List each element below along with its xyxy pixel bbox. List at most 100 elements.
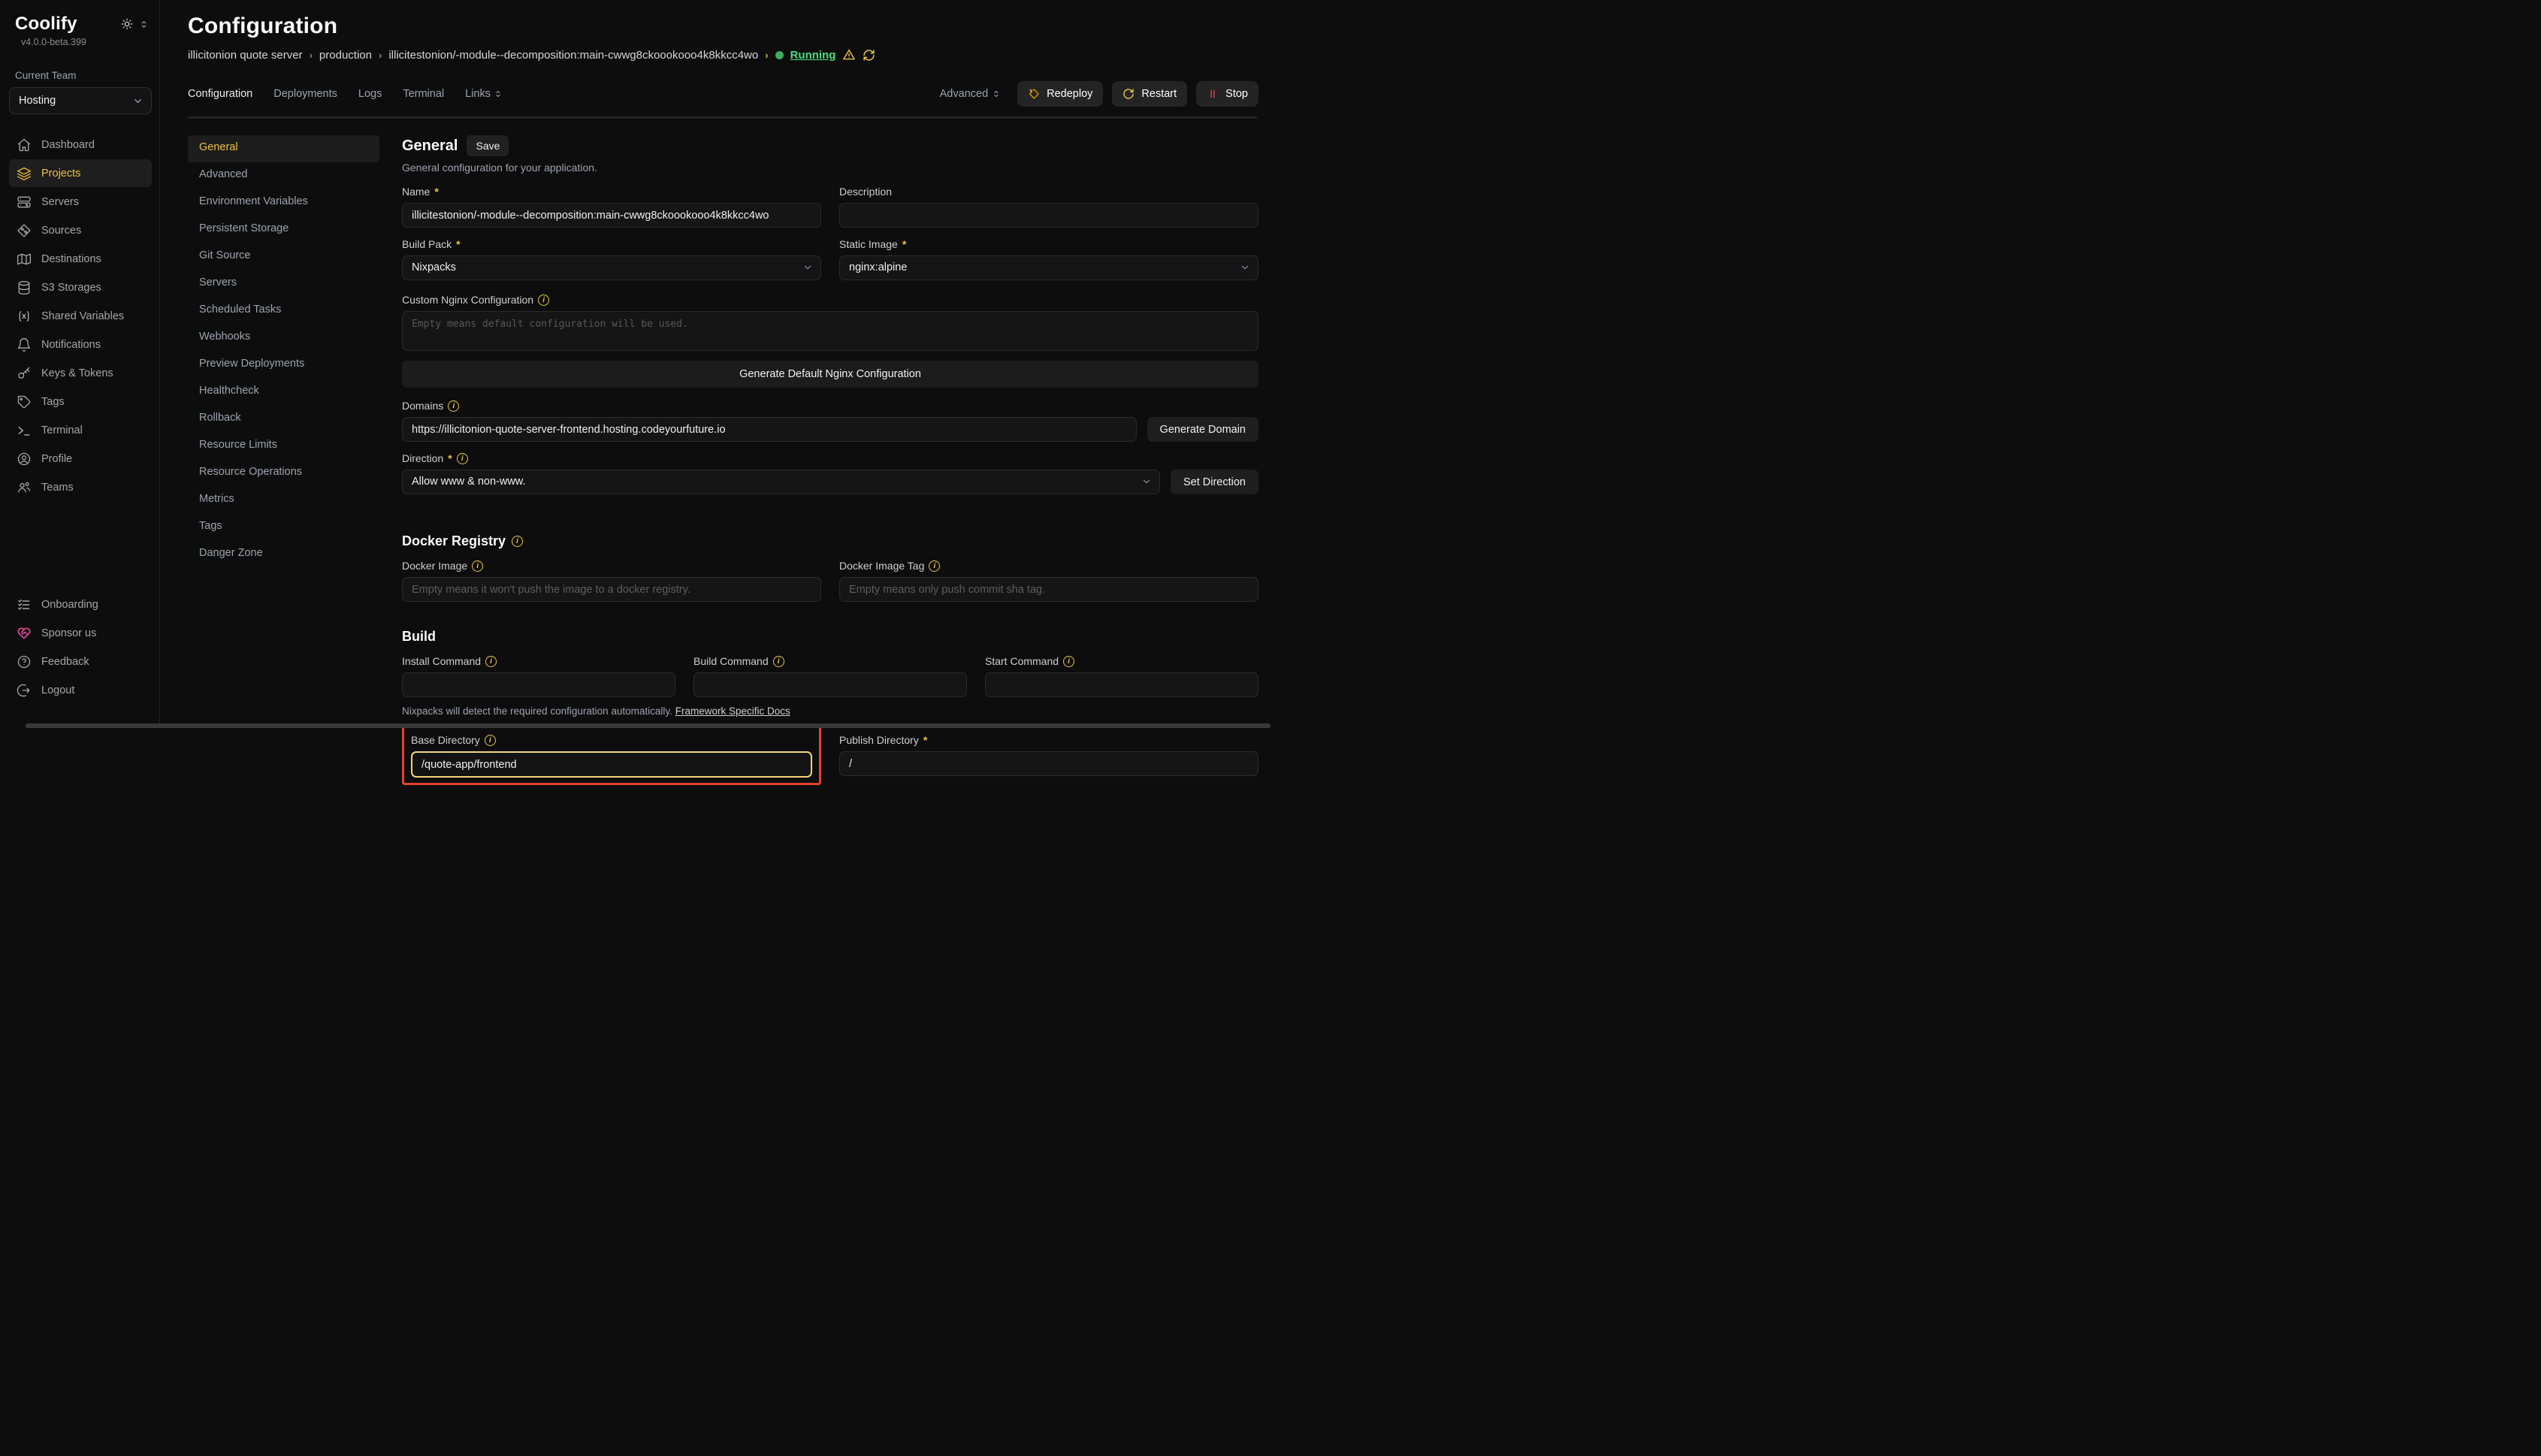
sidebar-item-profile[interactable]: Profile xyxy=(9,445,152,473)
sidebar-item-label: Feedback xyxy=(41,656,89,668)
nginx-config-textarea[interactable] xyxy=(402,311,1258,351)
name-input[interactable] xyxy=(402,203,821,228)
sidebar-item-label: Onboarding xyxy=(41,599,98,611)
config-menu-tags[interactable]: Tags xyxy=(188,514,379,541)
domains-input[interactable] xyxy=(402,417,1137,442)
sidebar-item-servers[interactable]: Servers xyxy=(9,188,152,216)
config-menu-servers[interactable]: Servers xyxy=(188,270,379,298)
config-menu-persistent-storage[interactable]: Persistent Storage xyxy=(188,216,379,243)
info-icon[interactable] xyxy=(485,735,496,746)
build-pack-label: Build Pack xyxy=(402,238,452,250)
generate-domain-button[interactable]: Generate Domain xyxy=(1147,417,1258,442)
info-icon[interactable] xyxy=(472,560,483,572)
save-button[interactable]: Save xyxy=(467,135,509,156)
refresh-icon[interactable] xyxy=(863,49,875,62)
sidebar-item-teams[interactable]: Teams xyxy=(9,473,152,501)
config-menu-metrics[interactable]: Metrics xyxy=(188,487,379,514)
chevrons-up-down-icon xyxy=(494,89,503,98)
install-command-input[interactable] xyxy=(402,672,675,697)
team-select[interactable]: Hosting xyxy=(9,87,152,114)
sidebar-item-s3-storages[interactable]: S3 Storages xyxy=(9,273,152,301)
config-menu-webhooks[interactable]: Webhooks xyxy=(188,325,379,352)
current-team-label: Current Team xyxy=(9,70,152,81)
sidebar-item-logout[interactable]: Logout xyxy=(9,676,152,704)
info-icon[interactable] xyxy=(538,295,549,306)
info-icon[interactable] xyxy=(485,656,497,667)
stop-button[interactable]: Stop xyxy=(1196,81,1258,107)
breadcrumb-application[interactable]: illicitestonion/-module--decomposition:m… xyxy=(388,49,758,62)
base-directory-input[interactable] xyxy=(411,751,812,778)
tab-links[interactable]: Links xyxy=(465,88,503,100)
tab-logs[interactable]: Logs xyxy=(358,88,382,100)
generate-nginx-button[interactable]: Generate Default Nginx Configuration xyxy=(402,361,1258,388)
build-pack-select[interactable]: Nixpacks xyxy=(402,255,821,280)
description-input[interactable] xyxy=(839,203,1258,228)
publish-directory-label: Publish Directory xyxy=(839,734,919,746)
config-menu-general[interactable]: General xyxy=(188,135,379,162)
info-icon[interactable] xyxy=(457,453,468,464)
terminal-icon xyxy=(17,423,32,438)
user-circle-icon xyxy=(17,452,32,467)
info-icon[interactable] xyxy=(929,560,940,572)
sidebar-item-feedback[interactable]: Feedback xyxy=(9,648,152,675)
horizontal-scrollbar[interactable] xyxy=(26,723,1270,728)
sidebar-item-tags[interactable]: Tags xyxy=(9,388,152,415)
config-menu-resource-operations[interactable]: Resource Operations xyxy=(188,460,379,487)
status-running-link[interactable]: Running xyxy=(790,49,836,62)
config-menu-preview-deployments[interactable]: Preview Deployments xyxy=(188,352,379,379)
framework-docs-link[interactable]: Framework Specific Docs xyxy=(675,705,790,717)
breadcrumb-separator: › xyxy=(765,50,768,61)
info-icon[interactable] xyxy=(773,656,784,667)
static-image-select[interactable]: nginx:alpine xyxy=(839,255,1258,280)
advanced-dropdown[interactable]: Advanced xyxy=(940,88,1002,100)
config-menu-git-source[interactable]: Git Source xyxy=(188,243,379,270)
config-menu-scheduled-tasks[interactable]: Scheduled Tasks xyxy=(188,298,379,325)
config-menu-healthcheck[interactable]: Healthcheck xyxy=(188,379,379,406)
config-menu-danger-zone[interactable]: Danger Zone xyxy=(188,541,379,568)
tab-configuration[interactable]: Configuration xyxy=(188,88,252,100)
sidebar-item-terminal[interactable]: Terminal xyxy=(9,416,152,444)
tab-terminal[interactable]: Terminal xyxy=(403,88,444,100)
stop-pause-icon xyxy=(1207,88,1219,100)
warning-triangle-icon[interactable] xyxy=(842,48,856,62)
config-menu-advanced[interactable]: Advanced xyxy=(188,162,379,189)
sidebar-item-shared-variables[interactable]: Shared Variables xyxy=(9,302,152,330)
sidebar-item-destinations[interactable]: Destinations xyxy=(9,245,152,273)
server-icon xyxy=(17,195,32,210)
team-select-value: Hosting xyxy=(19,95,56,107)
help-circle-icon xyxy=(17,654,32,669)
chevrons-up-down-icon xyxy=(992,89,1001,98)
publish-directory-input[interactable] xyxy=(839,751,1258,776)
docker-image-tag-input[interactable] xyxy=(839,577,1258,602)
breadcrumb-separator: › xyxy=(310,50,313,61)
config-menu-resource-limits[interactable]: Resource Limits xyxy=(188,433,379,460)
info-icon[interactable] xyxy=(1063,656,1074,667)
info-icon[interactable] xyxy=(512,536,523,547)
sidebar-item-projects[interactable]: Projects xyxy=(9,159,152,187)
domains-label: Domains xyxy=(402,400,443,412)
sidebar-item-notifications[interactable]: Notifications xyxy=(9,331,152,358)
config-menu-environment-variables[interactable]: Environment Variables xyxy=(188,189,379,216)
sidebar-item-onboarding[interactable]: Onboarding xyxy=(9,591,152,618)
tab-deployments[interactable]: Deployments xyxy=(273,88,337,100)
redeploy-button[interactable]: Redeploy xyxy=(1017,81,1103,107)
set-direction-button[interactable]: Set Direction xyxy=(1171,470,1258,494)
start-command-input[interactable] xyxy=(985,672,1258,697)
sidebar-item-sources[interactable]: Sources xyxy=(9,216,152,244)
app-logo[interactable]: Coolify xyxy=(15,14,86,35)
info-icon[interactable] xyxy=(448,400,459,412)
theme-sun-icon[interactable] xyxy=(121,18,133,30)
build-command-input[interactable] xyxy=(693,672,967,697)
sidebar-item-keys-tokens[interactable]: Keys & Tokens xyxy=(9,359,152,387)
sidebar-item-sponsor-us[interactable]: Sponsor us xyxy=(9,619,152,647)
page-title: Configuration xyxy=(188,14,1258,39)
breadcrumb-project[interactable]: illicitonion quote server xyxy=(188,49,303,62)
breadcrumb-environment[interactable]: production xyxy=(319,49,372,62)
theme-selector-chevrons-icon[interactable] xyxy=(139,20,149,29)
direction-select[interactable]: Allow www & non-www. xyxy=(402,470,1160,494)
required-asterisk: * xyxy=(902,238,906,250)
docker-image-input[interactable] xyxy=(402,577,821,602)
config-menu-rollback[interactable]: Rollback xyxy=(188,406,379,433)
restart-button[interactable]: Restart xyxy=(1112,81,1187,107)
sidebar-item-dashboard[interactable]: Dashboard xyxy=(9,131,152,159)
